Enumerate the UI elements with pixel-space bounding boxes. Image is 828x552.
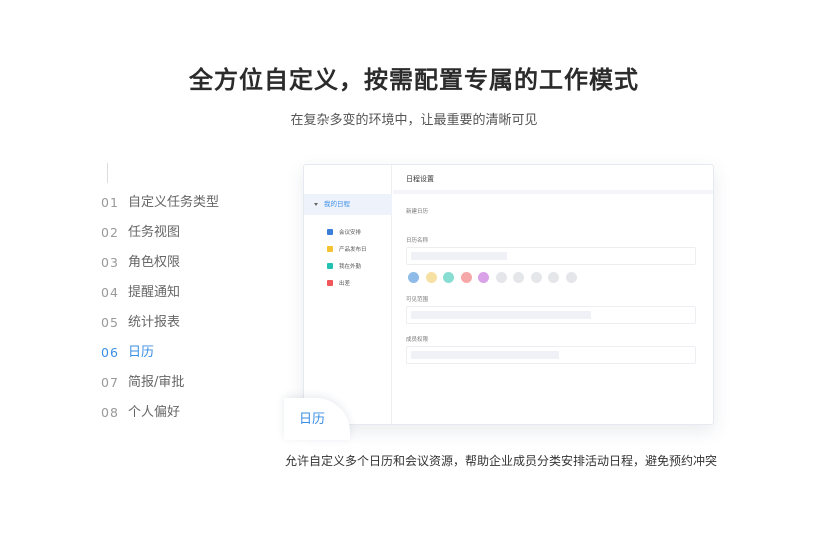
menu-item-reports[interactable]: 05 统计报表: [101, 314, 219, 344]
color-swatch[interactable]: [425, 272, 437, 283]
color-swatch[interactable]: [565, 272, 577, 283]
visibility-label: 可见范围: [406, 297, 429, 303]
calendar-item[interactable]: 会议安排: [327, 223, 367, 240]
menu-item-label: 日历: [128, 345, 155, 360]
calendar-name-label: 日历名称: [406, 238, 429, 244]
settings-panel: 日程设置 新建日历 日历名称 可见范围 成员权限: [393, 165, 713, 424]
new-calendar-label: 新建日历: [406, 209, 429, 215]
color-picker: [408, 272, 583, 283]
calendar-item[interactable]: 我在外勤: [327, 257, 367, 274]
color-swatch[interactable]: [495, 272, 507, 283]
calendar-item[interactable]: 产品发布日: [327, 240, 367, 257]
feature-menu: 01 自定义任务类型 02 任务视图 03 角色权限 04 提醒通知 05 统计报表 06…: [101, 194, 219, 434]
color-swatch[interactable]: [478, 272, 489, 283]
calendar-list: 会议安排 产品发布日 我在外勤 出差: [327, 223, 367, 291]
member-permission-input[interactable]: [406, 346, 696, 364]
color-square-icon: [327, 279, 333, 286]
input-placeholder-bar: [411, 252, 507, 260]
caret-down-icon: [314, 202, 318, 206]
menu-item-number: 04: [101, 285, 119, 300]
feature-description: 允许自定义多个日历和会议资源，帮助企业成员分类安排活动日程，避免预约冲突: [285, 454, 718, 468]
menu-item-number: 01: [101, 195, 119, 210]
menu-item-task-views[interactable]: 02 任务视图: [101, 224, 219, 254]
sidebar-group-my-schedule[interactable]: 我的日程: [304, 194, 392, 215]
preview-sidebar: 我的日程 会议安排 产品发布日 我在外勤 出差: [304, 165, 392, 424]
page-subtitle: 在复杂多变的环境中，让最重要的清晰可见: [290, 113, 538, 128]
sidebar-group-label: 我的日程: [324, 200, 350, 208]
menu-item-calendar[interactable]: 06 日历: [101, 344, 219, 374]
calendar-item-label: 我在外勤: [339, 263, 362, 270]
color-swatch[interactable]: [443, 272, 454, 283]
calendar-item-label: 产品发布日: [339, 246, 367, 253]
menu-item-reminders[interactable]: 04 提醒通知: [101, 284, 219, 314]
menu-item-label: 自定义任务类型: [128, 195, 220, 210]
menu-item-briefing-approval[interactable]: 07 简报/审批: [101, 374, 219, 404]
input-placeholder-bar: [411, 311, 591, 319]
calendar-item-label: 出差: [339, 280, 351, 287]
input-placeholder-bar: [411, 351, 559, 359]
menu-item-label: 提醒通知: [128, 285, 181, 300]
color-swatch[interactable]: [408, 272, 419, 283]
panel-title: 日程设置: [393, 165, 713, 194]
color-swatch[interactable]: [548, 272, 559, 283]
menu-item-number: 05: [101, 315, 119, 330]
color-square-icon: [327, 228, 333, 235]
menu-divider: [107, 163, 108, 183]
menu-item-label: 简报/审批: [128, 375, 185, 390]
calendar-name-input[interactable]: [406, 247, 696, 265]
menu-item-preferences[interactable]: 08 个人偏好: [101, 404, 219, 434]
menu-item-label: 统计报表: [128, 315, 181, 330]
calendar-item-label: 会议安排: [339, 229, 362, 236]
calendar-settings-preview: 我的日程 会议安排 产品发布日 我在外勤 出差 日程设置 新建日历 日历名称 可…: [303, 164, 714, 425]
menu-item-number: 07: [101, 375, 119, 390]
color-square-icon: [327, 245, 333, 252]
menu-item-label: 任务视图: [128, 225, 181, 240]
menu-item-custom-task-types[interactable]: 01 自定义任务类型: [101, 194, 219, 224]
member-permission-label: 成员权限: [406, 337, 429, 343]
menu-item-label: 角色权限: [128, 255, 181, 270]
menu-item-number: 03: [101, 255, 119, 270]
calendar-item[interactable]: 出差: [327, 274, 367, 291]
menu-item-number: 02: [101, 225, 119, 240]
color-square-icon: [327, 262, 333, 269]
menu-item-label: 个人偏好: [128, 405, 181, 420]
page-title: 全方位自定义，按需配置专属的工作模式: [189, 66, 639, 94]
visibility-input[interactable]: [406, 306, 696, 324]
color-swatch[interactable]: [513, 272, 524, 283]
menu-item-number: 06: [101, 345, 119, 360]
color-swatch[interactable]: [530, 272, 542, 283]
menu-item-role-permissions[interactable]: 03 角色权限: [101, 254, 219, 284]
menu-item-number: 08: [101, 405, 119, 420]
color-swatch[interactable]: [460, 272, 472, 283]
